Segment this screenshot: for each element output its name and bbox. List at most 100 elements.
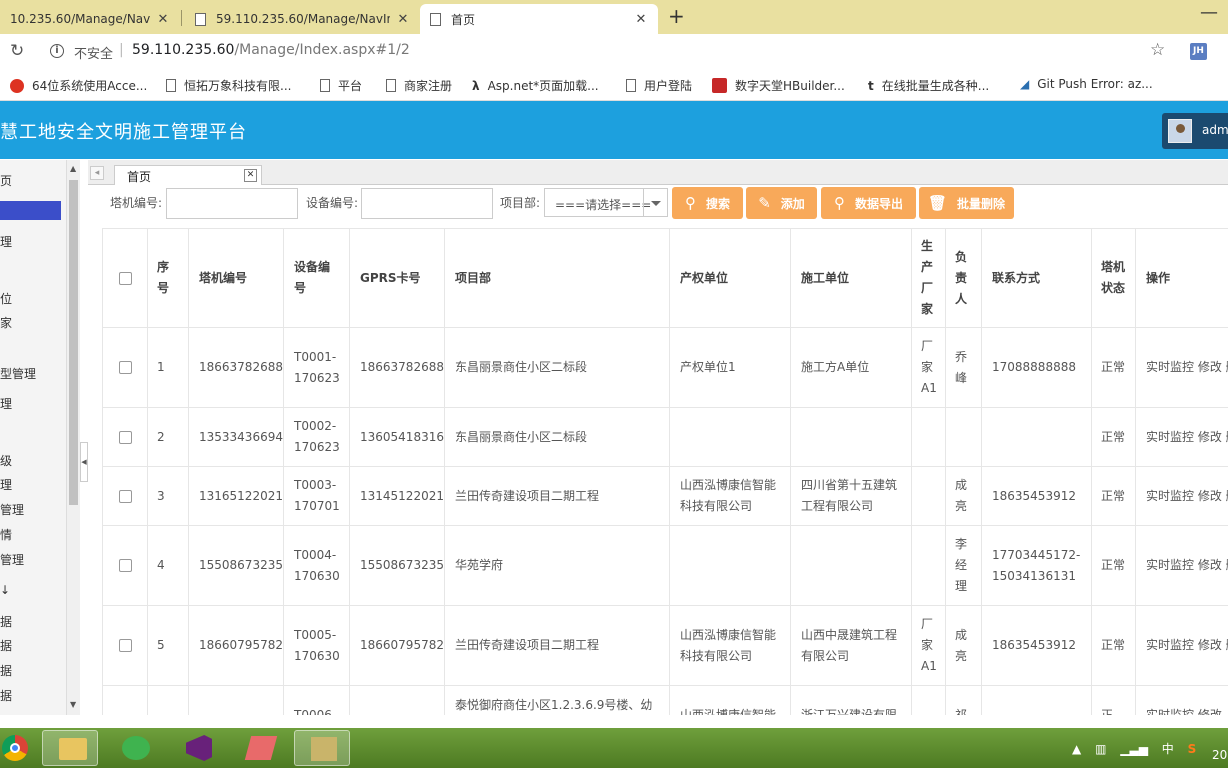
bookmark-item[interactable]: 用户登陆 bbox=[626, 77, 692, 94]
sidebar-item[interactable]: 情 bbox=[0, 526, 12, 543]
table-row[interactable]: 3 13165122021 T0003-170701 13145122021 兰田传奇建… bbox=[102, 466, 1228, 526]
taskbar-tools[interactable] bbox=[294, 730, 350, 766]
tower-no-label: 塔机编号: bbox=[110, 196, 163, 210]
sidebar-item-active[interactable] bbox=[0, 201, 61, 220]
folder-icon bbox=[59, 738, 87, 760]
browser-tab-1[interactable]: 10.235.60/Manage/NavInc ✕ bbox=[0, 4, 180, 34]
sidebar-item[interactable]: 据 bbox=[0, 687, 12, 704]
column-header: 塔机编号 bbox=[188, 228, 284, 328]
table-row[interactable]: T0006- 泰悦御府商住小区1.2.3.6.9号楼、幼儿山西泓博康信智能浙江万兴… bbox=[102, 685, 1228, 715]
sidebar-item[interactable]: 据 bbox=[0, 662, 12, 679]
cell-tower: 15508673235 bbox=[188, 525, 284, 606]
sidebar-item[interactable]: 级 bbox=[0, 452, 12, 469]
cell-tower bbox=[188, 685, 284, 715]
sidebar-item[interactable]: 位 bbox=[0, 290, 12, 307]
new-tab-button[interactable]: + bbox=[668, 4, 685, 28]
taskbar-chrome[interactable] bbox=[0, 730, 40, 766]
tray-arrow-icon[interactable]: ▲ bbox=[1072, 742, 1081, 756]
taskbar-visual-studio[interactable] bbox=[170, 730, 226, 766]
taskbar-explorer[interactable] bbox=[42, 730, 98, 766]
row-checkbox[interactable] bbox=[118, 639, 132, 652]
row-checkbox[interactable] bbox=[118, 361, 132, 374]
sidebar-item[interactable]: 型管理 bbox=[0, 365, 36, 382]
select-all-checkbox[interactable] bbox=[118, 271, 132, 285]
info-icon[interactable]: i bbox=[50, 44, 64, 58]
bookmark-item[interactable]: t 在线批量生成各种... bbox=[868, 77, 989, 94]
sidebar-item[interactable]: 管理 bbox=[0, 551, 24, 568]
reload-icon[interactable]: ↻ bbox=[10, 41, 24, 61]
sidebar-item[interactable]: 理 bbox=[0, 395, 12, 412]
tab-home[interactable]: 首页 ✕ bbox=[114, 165, 262, 185]
close-icon[interactable]: ✕ bbox=[634, 12, 648, 27]
sidebar-item[interactable]: 家 bbox=[0, 314, 12, 331]
tower-no-input[interactable] bbox=[166, 188, 298, 219]
row-checkbox[interactable] bbox=[118, 559, 132, 572]
cell-ops[interactable]: 实时监控 修改 删除 上传配置 bbox=[1135, 525, 1228, 606]
sidebar-item[interactable]: 管理 bbox=[0, 501, 24, 518]
close-icon[interactable]: ✕ bbox=[156, 12, 170, 27]
bookmark-item[interactable]: 64位系统使用Acce... bbox=[10, 77, 147, 94]
sidebar-item[interactable]: 据 bbox=[0, 613, 12, 630]
batch-delete-button[interactable]: 🗑 批量删除 bbox=[919, 187, 1014, 219]
project-select[interactable]: ===请选择=== bbox=[544, 188, 668, 217]
table-row[interactable]: 5 18660795782 T0005-170630 18660795782 兰田传奇建… bbox=[102, 605, 1228, 686]
scroll-up-icon[interactable]: ▲ bbox=[70, 164, 76, 173]
cell-ops[interactable]: 实时监控 修改 删除 上传配置 bbox=[1135, 407, 1228, 467]
search-button[interactable]: ⚲ 搜索 bbox=[672, 187, 743, 219]
row-checkbox[interactable] bbox=[118, 430, 132, 444]
bookmark-item[interactable]: λ Asp.net*页面加载... bbox=[472, 77, 599, 94]
row-checkbox[interactable] bbox=[118, 489, 132, 503]
device-no-input[interactable] bbox=[361, 188, 493, 219]
table-row[interactable]: 2 13533436694 T0002-170623 13605418316 东昌丽景商… bbox=[102, 407, 1228, 467]
taskbar-wechat[interactable] bbox=[106, 730, 162, 766]
minimize-button[interactable]: — bbox=[1200, 2, 1218, 23]
sidebar-collapse-button[interactable]: ◀ bbox=[80, 442, 88, 482]
sidebar-item[interactable]: ↓ bbox=[0, 583, 10, 597]
ime-indicator[interactable]: 中 bbox=[1162, 742, 1174, 756]
cell-person bbox=[945, 407, 982, 467]
cell-person: 乔峰 bbox=[945, 327, 982, 408]
bookmark-item[interactable]: 商家注册 bbox=[386, 77, 452, 94]
cell-ops[interactable]: 实时监控 修改 删除 上传配置 bbox=[1135, 327, 1228, 408]
sogou-icon[interactable]: S bbox=[1188, 742, 1197, 756]
cell-ops[interactable]: 实时监控 修改 删除 上传配置 bbox=[1135, 466, 1228, 526]
browser-tab-3[interactable]: 首页 ✕ bbox=[420, 4, 658, 34]
clock[interactable]: 20 bbox=[1212, 748, 1227, 762]
browser-tab-2[interactable]: 59.110.235.60/Manage/NavInc ✕ bbox=[185, 4, 420, 34]
sidebar-item[interactable]: 据 bbox=[0, 637, 12, 654]
bookmark-item[interactable]: ◢ Git Push Error: az... bbox=[1020, 77, 1153, 91]
network-icon[interactable]: ▥ bbox=[1095, 742, 1106, 756]
table-row[interactable]: 4 15508673235 T0004-170630 15508673235 华苑学府李… bbox=[102, 525, 1228, 606]
sidebar-item[interactable]: 页 bbox=[0, 172, 12, 189]
bookmark-star-icon[interactable]: ☆ bbox=[1150, 40, 1165, 60]
bookmark-item[interactable]: 数字天堂HBuilder... bbox=[712, 77, 845, 94]
url-field[interactable]: 59.110.235.60/Manage/Index.aspx#1/2 bbox=[132, 42, 410, 58]
os-taskbar: ▲ ▥ ▁▃▅ 中 S 20 bbox=[0, 728, 1228, 768]
cell-ops[interactable]: 实时监控 修改 bbox=[1135, 685, 1228, 715]
bookmark-item[interactable]: 平台 bbox=[320, 77, 362, 94]
sidebar-item[interactable]: 理 bbox=[0, 233, 12, 250]
chevron-down-icon[interactable] bbox=[643, 189, 668, 216]
extension-icon[interactable]: JH bbox=[1190, 43, 1207, 60]
scroll-down-icon[interactable]: ▼ bbox=[70, 700, 76, 709]
bookmark-item[interactable]: 恒拓万象科技有限... bbox=[166, 77, 291, 94]
tab-scroll-left-icon[interactable]: ◂ bbox=[90, 166, 104, 180]
table-row[interactable]: 1 18663782688 T0001-170623 18663782688 东昌丽景商… bbox=[102, 327, 1228, 408]
scrollbar-thumb[interactable] bbox=[69, 180, 78, 505]
bookmark-label: 用户登陆 bbox=[644, 79, 693, 93]
cell-builder: 浙江万兴建设有限 bbox=[790, 685, 912, 715]
cell-no: 2 bbox=[147, 407, 189, 467]
taskbar-app[interactable] bbox=[232, 730, 288, 766]
security-label[interactable]: 不安全 bbox=[74, 43, 113, 62]
sidebar-item[interactable]: 理 bbox=[0, 476, 12, 493]
user-menu[interactable]: admi bbox=[1162, 113, 1228, 149]
cell-ops[interactable]: 实时监控 修改 删除 上传配置 bbox=[1135, 605, 1228, 686]
close-icon[interactable]: ✕ bbox=[396, 12, 410, 27]
cell-project: 兰田传奇建设项目二期工程 bbox=[444, 605, 670, 686]
add-button[interactable]: ✎ 添加 bbox=[746, 187, 817, 219]
export-button[interactable]: ⚲ 数据导出 bbox=[821, 187, 916, 219]
cell-tower: 18660795782 bbox=[188, 605, 284, 686]
sidebar-scrollbar[interactable]: ▲ ▼ bbox=[66, 160, 80, 715]
close-icon[interactable]: ✕ bbox=[244, 169, 257, 182]
signal-icon[interactable]: ▁▃▅ bbox=[1120, 742, 1148, 756]
